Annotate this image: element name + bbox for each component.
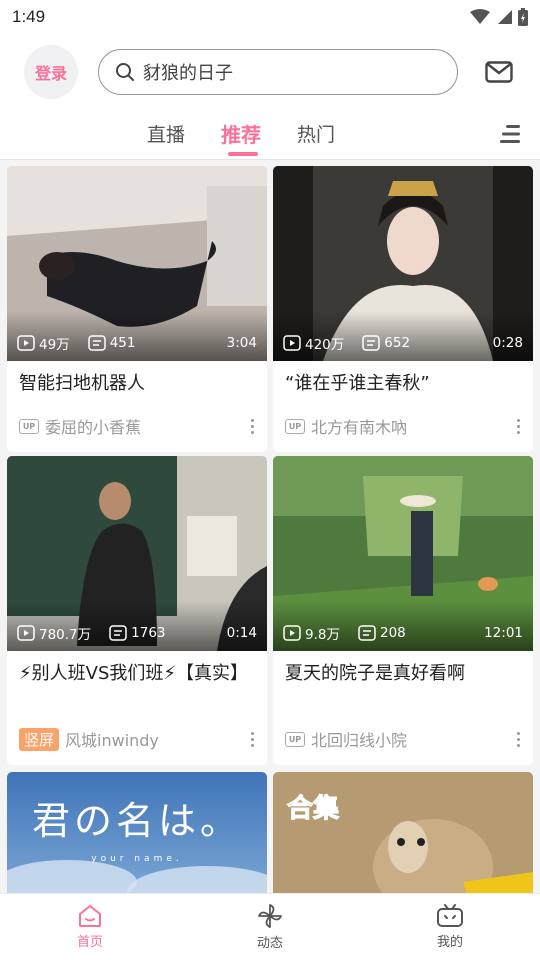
danmaku-icon [109,625,127,641]
tab-bar: 直播 推荐 热门 [0,110,540,160]
channel-menu-button[interactable] [498,122,522,146]
video-duration: 3:04 [226,335,257,351]
video-thumbnail[interactable]: 9.8万 208 12:01 [273,456,533,651]
video-duration: 0:14 [226,625,257,641]
video-feed: 49万 451 3:04 智能扫地机器人 UP 委屈的小香蕉 420万 652 … [0,161,540,893]
mail-icon [485,61,513,83]
tab-live[interactable]: 直播 [147,120,185,147]
nav-home[interactable]: 首页 [0,894,180,960]
video-thumbnail[interactable]: 君の名は。 your name. [7,772,267,893]
danmaku-icon [362,335,381,351]
more-options-button[interactable] [249,731,255,747]
view-count: 420万 [305,337,345,353]
status-bar: 1:49 [0,0,540,34]
author-name[interactable]: 风城inwindy [65,727,159,751]
play-count-icon [17,335,35,351]
tab-recommend[interactable]: 推荐 [221,119,261,148]
video-card[interactable]: 49万 451 3:04 智能扫地机器人 UP 委屈的小香蕉 [7,166,267,452]
video-card[interactable]: 9.8万 208 12:01 夏天的院子是真好看啊 UP 北回归线小院 [273,456,533,765]
video-title[interactable]: 智能扫地机器人 [7,361,267,397]
play-count-icon [283,625,301,641]
tv-icon [437,904,463,927]
comment-count: 208 [379,625,406,641]
author-name[interactable]: 北回归线小院 [311,727,407,751]
danmaku-icon [87,335,106,351]
more-options-button[interactable] [249,418,255,434]
author-name[interactable]: 委屈的小香蕉 [45,414,141,438]
thumbnail-title-text: 合集 [286,794,340,825]
more-options-button[interactable] [515,731,521,747]
pinwheel-icon [258,904,282,928]
video-duration: 0:28 [492,335,523,351]
video-thumbnail[interactable]: 49万 451 3:04 [7,166,267,361]
thumbnail-subtitle-text: your name. [91,854,183,864]
tab-popular[interactable]: 热门 [297,120,335,147]
danmaku-icon [358,625,376,641]
view-count: 9.8万 [305,627,340,643]
wifi-icon [470,9,490,24]
menu-icon [500,125,520,143]
nav-dynamic[interactable]: 动态 [180,894,360,960]
search-icon [116,63,134,81]
home-icon [79,905,101,927]
video-card[interactable]: 780.7万 1763 0:14 ⚡别人班VS我们班⚡【真实】 竖屏 风城inw… [7,456,267,765]
view-count: 49万 [39,337,70,353]
nav-profile-label: 我的 [436,935,463,950]
nav-home-label: 首页 [76,935,103,950]
search-input[interactable]: 豺狼的日子 [98,49,458,95]
nav-dynamic-label: 动态 [256,936,283,951]
login-button[interactable]: 登录 [24,45,78,99]
bottom-nav: 首页 动态 我的 [0,893,540,960]
comment-count: 1763 [131,625,166,641]
video-title[interactable]: ⚡别人班VS我们班⚡【真实】 [7,651,267,687]
video-title[interactable]: “谁在乎谁主春秋” [273,361,533,397]
up-badge: UP [285,418,305,434]
top-bar: 登录 豺狼的日子 [0,34,540,110]
play-count-icon [17,625,35,641]
video-thumbnail[interactable]: 420万 652 0:28 [273,166,533,361]
play-count-icon [283,335,301,351]
comment-count: 652 [384,335,411,351]
video-card[interactable]: 君の名は。 your name. [7,772,267,893]
status-time: 1:49 [12,7,46,26]
video-card[interactable]: 合集 [273,772,533,893]
view-count: 780.7万 [39,627,92,643]
author-name[interactable]: 北方有南木吶 [311,414,407,438]
nav-profile[interactable]: 我的 [360,894,540,960]
battery-icon [518,8,528,26]
thumbnail-title-text: 君の名は。 [31,799,242,843]
video-duration: 12:01 [484,625,523,641]
video-card[interactable]: 420万 652 0:28 “谁在乎谁主春秋” UP 北方有南木吶 [273,166,533,452]
vertical-video-badge: 竖屏 [19,727,60,751]
mail-button[interactable] [484,57,514,87]
comment-count: 451 [109,335,136,351]
video-title[interactable]: 夏天的院子是真好看啊 [273,651,533,687]
up-badge: UP [19,418,39,434]
search-placeholder: 豺狼的日子 [143,63,233,84]
video-thumbnail[interactable]: 合集 [273,772,533,893]
video-thumbnail[interactable]: 780.7万 1763 0:14 [7,456,267,651]
more-options-button[interactable] [515,418,521,434]
tab-indicator [228,152,258,156]
up-badge: UP [285,731,305,747]
signal-icon [498,10,512,24]
